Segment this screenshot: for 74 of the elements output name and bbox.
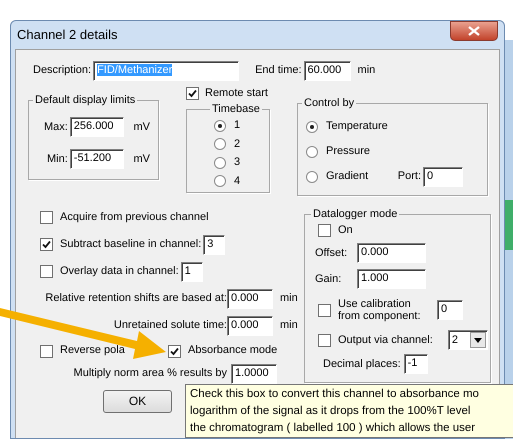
checkbox-label: Acquire from previous channel xyxy=(60,210,209,224)
text-field[interactable]: 256.000 xyxy=(70,117,124,138)
text-field[interactable]: 0 xyxy=(437,300,463,320)
window-title: Channel 2 details xyxy=(17,27,118,43)
checkbox-label: Use calibration from component: xyxy=(338,298,422,322)
group-title: Default display limits xyxy=(34,94,136,108)
text-field[interactable]: -1 xyxy=(404,354,428,374)
checkbox[interactable] xyxy=(318,334,331,347)
text-field[interactable]: 0 xyxy=(423,166,463,187)
checkbox[interactable] xyxy=(40,344,53,358)
group-title: Datalogger mode xyxy=(312,208,398,222)
field-label: Unretained solute time: xyxy=(114,318,227,332)
unit-label: min xyxy=(280,318,298,332)
radio-button[interactable] xyxy=(306,170,318,183)
field-label: Description: xyxy=(33,64,92,78)
text-field[interactable]: 3 xyxy=(203,234,226,254)
checkbox[interactable] xyxy=(40,211,53,224)
close-icon xyxy=(468,26,480,36)
checkbox[interactable] xyxy=(40,265,53,278)
checkbox-label: Reverse pola xyxy=(60,344,125,358)
radio-label: 4 xyxy=(234,174,240,188)
checkbox[interactable] xyxy=(168,344,181,358)
checkbox-label: Subtract baseline in channel: xyxy=(60,238,202,252)
text-field[interactable]: 1.0000 xyxy=(231,364,277,384)
text-field[interactable]: 1.000 xyxy=(357,269,426,290)
dropdown[interactable]: 2 xyxy=(448,330,488,350)
text-field[interactable]: 60.000 xyxy=(304,61,351,81)
field-label: Relative retention shifts are based at: xyxy=(45,292,227,306)
unit-label: min xyxy=(280,292,298,306)
group-title: Timebase xyxy=(211,103,261,116)
tooltip-text: the chromatogram ( labelled 100 ) which allows the user xyxy=(190,421,476,436)
unit-label: min xyxy=(358,64,376,78)
checkbox-label: Remote start xyxy=(205,87,268,100)
text-field[interactable]: -51.200 xyxy=(70,149,124,170)
field-label: Multiply norm area % results by xyxy=(74,367,227,381)
text-field[interactable]: 0.000 xyxy=(357,243,426,264)
radio-label: Gradient xyxy=(326,170,368,184)
radio-label: 3 xyxy=(234,156,240,170)
radio-button[interactable] xyxy=(214,175,226,188)
field-label: End time: xyxy=(255,64,302,78)
radio-button[interactable] xyxy=(306,120,318,133)
radio-button[interactable] xyxy=(306,146,318,158)
checkbox[interactable] xyxy=(186,87,199,100)
radio-button[interactable] xyxy=(214,120,226,132)
checkbox-label: On xyxy=(338,224,353,238)
text-field[interactable]: 0.000 xyxy=(227,288,273,308)
radio-button[interactable] xyxy=(214,156,226,169)
unit-label: mV xyxy=(134,120,150,134)
radio-label: Pressure xyxy=(326,145,370,158)
tooltip-text: Check this box to convert this channel to absorbance mo xyxy=(190,387,480,402)
field-label: Max: xyxy=(42,120,68,134)
field-label: Port: xyxy=(398,170,421,184)
ok-button[interactable]: OK xyxy=(103,390,172,413)
field-label: Gain: xyxy=(315,272,342,286)
field-label: Decimal places: xyxy=(323,358,401,371)
field-label: Min: xyxy=(46,152,68,166)
checkbox-label: Output via channel: xyxy=(338,334,433,347)
checkbox-label: Absorbance mode xyxy=(188,344,278,358)
radio-label: 2 xyxy=(234,138,240,151)
radio-label: Temperature xyxy=(326,120,388,134)
checkbox-label: Overlay data in channel: xyxy=(60,264,179,278)
field-label: Offset: xyxy=(315,246,348,260)
radio-label: 1 xyxy=(234,119,240,132)
radio-button[interactable] xyxy=(214,138,226,150)
checkbox[interactable] xyxy=(318,224,331,238)
caret-icon xyxy=(474,338,482,343)
text-field[interactable]: 1 xyxy=(180,262,203,282)
tooltip-text: logarithm of the signal as it drops from the 100%T level xyxy=(190,404,472,419)
unit-label: mV xyxy=(134,152,150,166)
group-title: Control by xyxy=(303,97,356,110)
close-button[interactable] xyxy=(450,21,498,41)
checkbox[interactable] xyxy=(318,304,331,317)
text-field[interactable]: 0.000 xyxy=(227,316,273,336)
checkbox[interactable] xyxy=(40,238,53,251)
